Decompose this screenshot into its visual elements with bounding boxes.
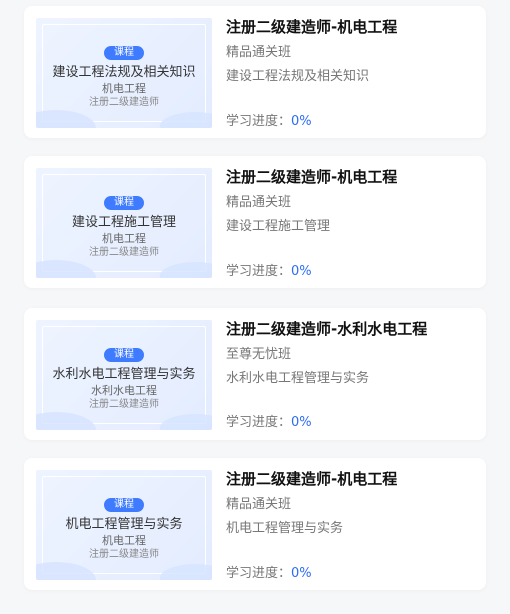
thumbnail-title: 水利水电工程管理与实务 [52, 367, 196, 382]
thumbnail-subtitle: 机电工程 [102, 82, 146, 95]
course-thumbnail[interactable]: 课程 建设工程法规及相关知识 机电工程 注册二级建造师 [36, 18, 212, 128]
course-subject: 水利水电工程管理与实务 [226, 371, 370, 386]
progress-value: 0% [291, 566, 312, 581]
course-thumbnail[interactable]: 课程 建设工程施工管理 机电工程 注册二级建造师 [36, 168, 212, 278]
course-class: 精品通关班 [226, 497, 292, 512]
course-badge: 课程 [104, 46, 144, 60]
course-subject: 建设工程法规及相关知识 [226, 69, 370, 84]
progress-label: 学习进度： [226, 114, 292, 129]
thumbnail-caption: 注册二级建造师 [89, 549, 159, 560]
thumbnail-title: 建设工程施工管理 [71, 215, 176, 230]
course-card[interactable]: 课程 建设工程施工管理 机电工程 注册二级建造师 注册二级建造师-机电工程 精品… [24, 156, 486, 288]
thumbnail-subtitle: 机电工程 [102, 232, 146, 245]
course-title[interactable]: 注册二级建造师-机电工程 [226, 166, 472, 188]
course-class: 至尊无忧班 [226, 347, 292, 362]
thumbnail-title: 机电工程管理与实务 [65, 517, 183, 532]
thumbnail-title: 建设工程法规及相关知识 [52, 65, 196, 80]
study-progress: 学习进度：0% [226, 411, 312, 430]
study-progress: 学习进度：0% [226, 562, 312, 581]
course-title[interactable]: 注册二级建造师-机电工程 [226, 468, 472, 490]
progress-value: 0% [291, 114, 312, 129]
course-card[interactable]: 课程 建设工程法规及相关知识 机电工程 注册二级建造师 注册二级建造师-机电工程… [24, 6, 486, 138]
progress-label: 学习进度： [226, 415, 292, 430]
thumbnail-caption: 注册二级建造师 [89, 247, 159, 258]
course-title[interactable]: 注册二级建造师-水利水电工程 [226, 318, 472, 340]
study-progress: 学习进度：0% [226, 110, 312, 129]
thumbnail-caption: 注册二级建造师 [89, 97, 159, 108]
thumbnail-subtitle: 水利水电工程 [91, 384, 157, 397]
progress-value: 0% [291, 415, 312, 430]
progress-value: 0% [291, 264, 312, 279]
course-class: 精品通关班 [226, 195, 292, 210]
course-badge: 课程 [104, 498, 144, 512]
course-badge: 课程 [104, 196, 144, 210]
course-class: 精品通关班 [226, 45, 292, 60]
progress-label: 学习进度： [226, 566, 292, 581]
course-card[interactable]: 课程 机电工程管理与实务 机电工程 注册二级建造师 注册二级建造师-机电工程 精… [24, 458, 486, 590]
thumbnail-caption: 注册二级建造师 [89, 399, 159, 410]
course-badge: 课程 [104, 348, 144, 362]
study-progress: 学习进度：0% [226, 260, 312, 279]
course-card[interactable]: 课程 水利水电工程管理与实务 水利水电工程 注册二级建造师 注册二级建造师-水利… [24, 308, 486, 440]
course-thumbnail[interactable]: 课程 机电工程管理与实务 机电工程 注册二级建造师 [36, 470, 212, 580]
course-title[interactable]: 注册二级建造师-机电工程 [226, 16, 472, 38]
course-subject: 建设工程施工管理 [226, 219, 331, 234]
thumbnail-subtitle: 机电工程 [102, 534, 146, 547]
course-subject: 机电工程管理与实务 [226, 521, 344, 536]
course-thumbnail[interactable]: 课程 水利水电工程管理与实务 水利水电工程 注册二级建造师 [36, 320, 212, 430]
progress-label: 学习进度： [226, 264, 292, 279]
